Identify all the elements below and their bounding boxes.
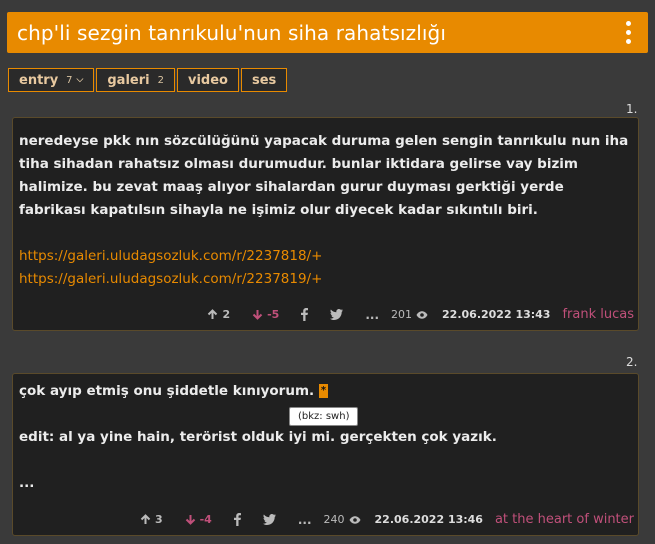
facebook-share-button[interactable] [233,513,241,526]
more-options-icon[interactable] [618,19,638,47]
more-actions-button[interactable]: ... [365,308,379,322]
tab-ses-label: ses [251,72,277,88]
downvote-count: -4 [199,513,212,526]
entry-text: neredeyse pkk nın sözcülüğünü yapacak du… [19,133,629,218]
twitter-icon [330,309,344,320]
view-count-value: 240 [323,513,345,526]
entry-date[interactable]: 22.06.2022 13:46 [375,513,483,526]
tab-galeri[interactable]: galeri 2 [96,68,175,92]
view-count: 240 [324,513,361,526]
view-count-value: 201 [391,308,413,321]
entry-content: çok ayıp etmiş onu şiddetle kınıyorum. *… [13,374,638,495]
facebook-icon [233,513,241,526]
facebook-share-button[interactable] [301,308,309,321]
downvote-button[interactable]: -5 [252,308,279,321]
arrow-down-icon [185,515,195,525]
upvote-button[interactable]: 3 [140,513,163,526]
tab-video[interactable]: video [176,68,239,92]
entry-content: neredeyse pkk nın sözcülüğünü yapacak du… [13,118,638,291]
entry-edit-text: edit: al ya yine hain, terörist olduk iy… [19,429,497,445]
tab-video-label: video [187,72,228,88]
author-link[interactable]: frank lucas [562,307,634,322]
upvote-count: 3 [154,513,163,526]
author-link[interactable]: at the heart of winter [495,512,634,527]
entry-text: çok ayıp etmiş onu şiddetle kınıyorum. [19,383,315,399]
tab-entry[interactable]: entry 7 ⌵ [8,68,95,92]
arrow-up-icon [140,514,151,524]
more-actions-button[interactable]: ... [298,513,312,527]
bkz-tooltip: (bkz: swh) [289,407,359,426]
downvote-button[interactable]: -4 [185,513,212,526]
twitter-share-button[interactable] [262,514,276,525]
chevron-down-icon: ⌵ [76,75,84,85]
facebook-icon [301,308,309,321]
topic-title[interactable]: chp'li sezgin tanrıkulu'nun siha rahatsı… [17,21,446,45]
tab-entry-count: 7 [66,74,73,86]
tab-entry-label: entry [19,72,59,88]
tab-galeri-count: 2 [157,74,164,86]
upvote-count: 2 [222,308,231,321]
eye-icon [416,310,428,319]
twitter-share-button[interactable] [330,309,344,320]
entry-ellipsis: ... [19,475,35,491]
gallery-link[interactable]: https://galeri.uludagsozluk.com/r/223781… [19,268,632,291]
entry-footer: 2 -5 ... 201 22.06.2022 13:43 frank luca… [207,307,634,322]
tab-ses[interactable]: ses [240,68,288,92]
entry-text-line: çok ayıp etmiş onu şiddetle kınıyorum. * [19,380,632,403]
entry-number[interactable]: 1. [626,102,637,116]
entry-footer: 3 -4 ... 240 22.06.2022 13:46 at the hea… [140,512,634,527]
footnote-star-button[interactable]: * [318,384,329,398]
upvote-button[interactable]: 2 [207,308,230,321]
entry-date[interactable]: 22.06.2022 13:43 [442,308,550,321]
content-tabs: entry 7 ⌵ galeri 2 video ses [8,68,289,92]
twitter-icon [262,514,276,525]
downvote-count: -5 [267,308,280,321]
entry-card: çok ayıp etmiş onu şiddetle kınıyorum. *… [12,373,639,536]
entry-card: neredeyse pkk nın sözcülüğünü yapacak du… [12,117,639,331]
view-count: 201 [391,308,428,321]
tab-galeri-label: galeri [107,72,150,88]
arrow-up-icon [208,309,218,319]
eye-icon [349,515,361,524]
entry-number[interactable]: 2. [626,355,637,369]
arrow-down-icon [252,310,263,320]
topic-header: chp'li sezgin tanrıkulu'nun siha rahatsı… [7,12,648,53]
gallery-link[interactable]: https://galeri.uludagsozluk.com/r/223781… [19,245,632,268]
